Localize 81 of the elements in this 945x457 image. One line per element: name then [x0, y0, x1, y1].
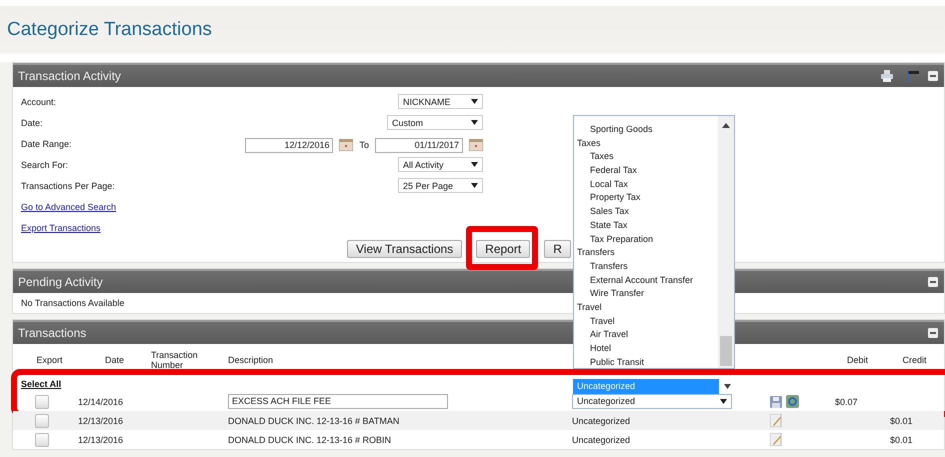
description-cell-text: DONALD DUCK INC. 12-13-16 # ROBIN [228, 434, 392, 444]
date-cell-text: 12/13/2016 [78, 434, 124, 444]
action-button[interactable]: R [544, 240, 571, 258]
dropdown-option[interactable]: Travel [574, 314, 718, 328]
panel-title: Transaction Activity [18, 69, 121, 83]
debit-cell-text: $0.07 [834, 396, 859, 406]
save-icon[interactable] [770, 396, 782, 408]
link[interactable]: Export Transactions [21, 222, 101, 232]
field-label: Search For: [21, 160, 68, 170]
minimize-icon[interactable] [928, 277, 938, 287]
dropdown-option[interactable]: Sales Tax [574, 205, 718, 219]
category-cell-text: Uncategorized [572, 416, 632, 426]
scroll-thumb[interactable] [720, 336, 732, 366]
edit-icon[interactable] [770, 414, 782, 427]
category-cell-text: Uncategorized [572, 434, 632, 444]
option-group-label: Travel [576, 300, 603, 314]
select-field[interactable]: NICKNAME [398, 94, 483, 109]
column-header: Transaction Number [151, 350, 199, 370]
panel-title: Pending Activity [18, 275, 103, 289]
print-icon[interactable] [880, 70, 894, 82]
date-field[interactable]: 12/12/2016 [245, 138, 334, 152]
select-all-link[interactable]: Select All [21, 379, 78, 389]
column-header: Credit [901, 355, 928, 365]
caret-icon[interactable] [471, 99, 478, 104]
dropdown-option[interactable]: Public Transit [574, 356, 718, 368]
column-header: Debit [846, 355, 869, 365]
dropdown-option[interactable]: Property Tax [574, 191, 718, 206]
option-group-label: Taxes [576, 136, 602, 150]
select-field[interactable]: 25 Per Page [398, 178, 483, 193]
column-header: Description [228, 355, 274, 365]
caret-icon[interactable] [724, 384, 730, 389]
credit-cell-text: $0.01 [889, 416, 914, 426]
edit-icon[interactable] [770, 433, 782, 446]
dropdown-option[interactable]: Tax Preparation [574, 232, 718, 246]
panel-title: Transactions [18, 326, 86, 340]
caret-icon[interactable] [720, 399, 727, 404]
select-field[interactable]: Custom [387, 115, 483, 130]
minimize-icon[interactable] [928, 71, 938, 81]
field-label: Date Range: [21, 138, 72, 148]
credit-cell-text: $0.01 [889, 434, 914, 444]
action-button[interactable]: Report [476, 240, 530, 258]
calendar-icon[interactable] [469, 139, 483, 151]
dropdown-option[interactable]: State Tax [574, 218, 718, 232]
caret-icon[interactable] [471, 120, 478, 125]
dropdown-option[interactable]: Transfers [574, 260, 718, 274]
action-button[interactable]: View Transactions [347, 240, 462, 258]
field-label: Transactions Per Page: [21, 180, 115, 190]
dropdown-option[interactable]: Wire Transfer [574, 287, 718, 301]
calendar-icon[interactable] [339, 139, 354, 151]
column-header: Date [104, 355, 125, 365]
date-field[interactable]: 01/11/2017 [375, 138, 463, 152]
description-field[interactable]: EXCESS ACH FILE FEE [228, 394, 448, 409]
date-cell-text: 12/14/2016 [78, 396, 124, 406]
page-title: Categorize Transactions [7, 18, 213, 41]
field-label: Date: [21, 118, 43, 128]
link[interactable]: Go to Advanced Search [21, 202, 116, 212]
field-label: Account: [21, 96, 56, 106]
dropdown-option[interactable]: Local Tax [574, 178, 718, 192]
caret-icon[interactable] [471, 162, 478, 167]
category-select[interactable]: Uncategorized [572, 394, 732, 409]
caret-icon[interactable] [471, 183, 478, 188]
select-field[interactable]: All Activity [398, 157, 483, 172]
date-cell-text: 12/13/2016 [78, 416, 124, 426]
scroll-up-icon[interactable] [722, 122, 730, 128]
dropdown-option[interactable]: Taxes [574, 150, 718, 164]
checkbox[interactable] [35, 432, 49, 446]
minimize-icon[interactable] [928, 328, 938, 338]
scrollbar[interactable] [718, 116, 734, 368]
empty-message: No Transactions Available [21, 298, 124, 308]
dropdown-option[interactable]: Sporting Goods [574, 123, 718, 137]
range-label: To [359, 140, 369, 150]
description-cell-text: DONALD DUCK INC. 12-13-16 # BATMAN [228, 416, 400, 426]
refresh-icon[interactable] [786, 395, 799, 408]
dropdown-option[interactable]: Federal Tax [574, 164, 718, 178]
dropdown-option[interactable]: External Account Transfer [574, 274, 718, 288]
dropdown-option[interactable]: Air Travel [574, 328, 718, 342]
option-group-label: Transfers [576, 246, 616, 260]
checkbox[interactable] [35, 394, 49, 408]
column-header: Export [35, 355, 64, 365]
checkbox[interactable] [35, 414, 49, 428]
dropdown-option[interactable]: Hotel [574, 342, 718, 356]
